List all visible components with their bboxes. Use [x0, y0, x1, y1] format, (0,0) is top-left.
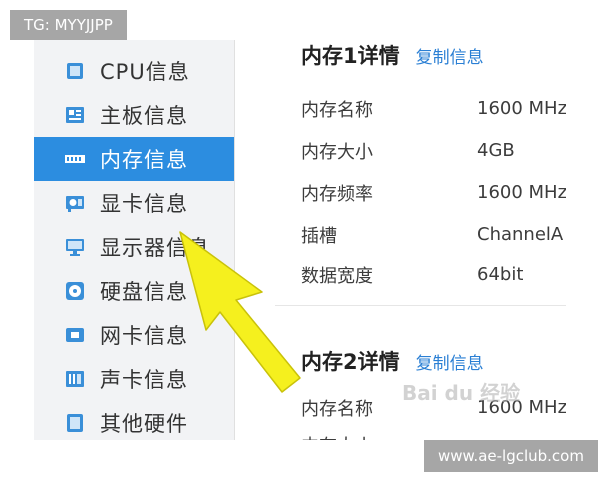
detail-value: 1600 MHz — [477, 98, 566, 119]
sidebar: CPU信息 主板信息 内存信息 显卡信息 显示器信息 硬盘信息 网卡信息 声卡信… — [34, 40, 235, 440]
monitor-icon — [66, 239, 84, 256]
section-title: 内存2详情 — [301, 350, 400, 374]
sidebar-item-other-hardware[interactable]: 其他硬件 — [34, 401, 234, 440]
detail-label: 内存名称 — [301, 399, 373, 420]
sidebar-item-label: 内存信息 — [100, 148, 188, 172]
baidu-watermark: Bai du 经验 — [402, 381, 521, 405]
section-title: 内存1详情 — [301, 44, 400, 68]
tg-watermark: TG: MYYJJPP — [10, 10, 127, 40]
detail-label: 内存名称 — [301, 100, 373, 121]
sidebar-item-label: 声卡信息 — [100, 368, 188, 392]
detail-label: 数据宽度 — [301, 266, 373, 287]
sidebar-item-memory[interactable]: 内存信息 — [34, 137, 234, 181]
detail-label: 插槽 — [301, 226, 337, 247]
other-hardware-icon — [67, 414, 83, 432]
motherboard-icon — [66, 107, 84, 123]
sidebar-item-label: CPU信息 — [100, 60, 190, 84]
detail-value: 64bit — [477, 264, 524, 285]
sidebar-item-graphics-card[interactable]: 显卡信息 — [34, 181, 234, 225]
sidebar-item-label: 显卡信息 — [100, 192, 188, 216]
sound-card-icon — [66, 371, 84, 387]
hard-disk-icon — [66, 282, 84, 300]
sidebar-item-sound-card[interactable]: 声卡信息 — [34, 357, 234, 401]
cpu-icon — [67, 63, 83, 79]
detail-label: 内存大小 — [301, 142, 373, 163]
sidebar-item-label: 主板信息 — [100, 104, 188, 128]
section-header-memory-2: 内存2详情 复制信息 — [301, 346, 484, 376]
detail-value: ChannelA — [477, 224, 564, 245]
section-header-memory-1: 内存1详情 复制信息 — [301, 40, 484, 70]
memory-icon — [65, 155, 85, 163]
url-watermark: www.ae-lgclub.com — [424, 440, 598, 472]
graphics-card-icon — [66, 196, 84, 212]
sidebar-item-label: 硬盘信息 — [100, 280, 188, 304]
sidebar-item-monitor[interactable]: 显示器信息 — [34, 225, 234, 269]
sidebar-item-hard-disk[interactable]: 硬盘信息 — [34, 269, 234, 313]
network-card-icon — [66, 328, 84, 342]
detail-value: 4GB — [477, 140, 515, 161]
sidebar-item-label: 显示器信息 — [100, 236, 210, 260]
sidebar-item-label: 网卡信息 — [100, 324, 188, 348]
copy-info-link[interactable]: 复制信息 — [416, 349, 484, 374]
copy-info-link[interactable]: 复制信息 — [416, 43, 484, 68]
sidebar-item-motherboard[interactable]: 主板信息 — [34, 93, 234, 137]
detail-value: 1600 MHz — [477, 182, 566, 203]
sidebar-item-network-card[interactable]: 网卡信息 — [34, 313, 234, 357]
sidebar-item-label: 其他硬件 — [100, 412, 188, 436]
detail-label: 内存频率 — [301, 184, 373, 205]
section-divider — [275, 305, 566, 306]
sidebar-item-cpu[interactable]: CPU信息 — [34, 49, 234, 93]
detail-label: 内存大小 — [301, 432, 373, 440]
